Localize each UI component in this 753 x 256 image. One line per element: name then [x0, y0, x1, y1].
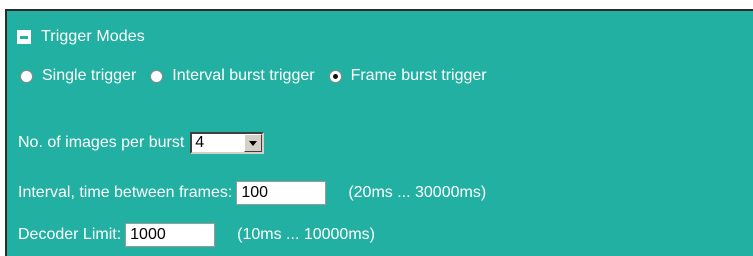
- radio-label: Single trigger: [42, 67, 137, 84]
- radio-option-single-trigger[interactable]: Single trigger: [20, 67, 136, 85]
- window-frame: Trigger Modes Single trigger Interval bu…: [0, 0, 753, 256]
- select-value: 4: [195, 134, 205, 151]
- decoder-limit-label: Decoder Limit:: [18, 226, 122, 243]
- radio-option-interval-burst[interactable]: Interval burst trigger: [150, 67, 315, 85]
- images-per-burst-select[interactable]: 4: [190, 132, 265, 154]
- interval-row: Interval, time between frames: 100 (20ms…: [18, 179, 486, 207]
- section-title: Trigger Modes: [41, 28, 145, 45]
- radio-label: Interval burst trigger: [172, 67, 315, 84]
- radio-button-checked-icon[interactable]: [328, 69, 342, 83]
- interval-range-hint: (20ms ... 30000ms): [348, 184, 487, 201]
- interval-label: Interval, time between frames:: [18, 184, 233, 201]
- trigger-modes-panel: Trigger Modes Single trigger Interval bu…: [5, 9, 753, 256]
- decoder-limit-input[interactable]: 1000: [125, 223, 216, 247]
- radio-button-icon[interactable]: [150, 69, 164, 83]
- images-per-burst-row: No. of images per burst 4: [18, 129, 265, 157]
- radio-label: Frame burst trigger: [350, 67, 487, 84]
- decoder-limit-range-hint: (10ms ... 10000ms): [237, 226, 375, 243]
- interval-input[interactable]: 100: [236, 181, 327, 205]
- images-per-burst-label: No. of images per burst: [18, 134, 185, 151]
- trigger-mode-radio-group: Single trigger Interval burst trigger Fr…: [20, 65, 501, 87]
- collapse-minus-icon[interactable]: [17, 30, 31, 44]
- decoder-limit-row: Decoder Limit: 1000 (10ms ... 10000ms): [18, 221, 375, 249]
- radio-option-frame-burst[interactable]: Frame burst trigger: [328, 67, 487, 85]
- section-header[interactable]: Trigger Modes: [17, 26, 145, 48]
- chevron-down-icon[interactable]: [244, 134, 263, 152]
- radio-button-icon[interactable]: [20, 69, 33, 83]
